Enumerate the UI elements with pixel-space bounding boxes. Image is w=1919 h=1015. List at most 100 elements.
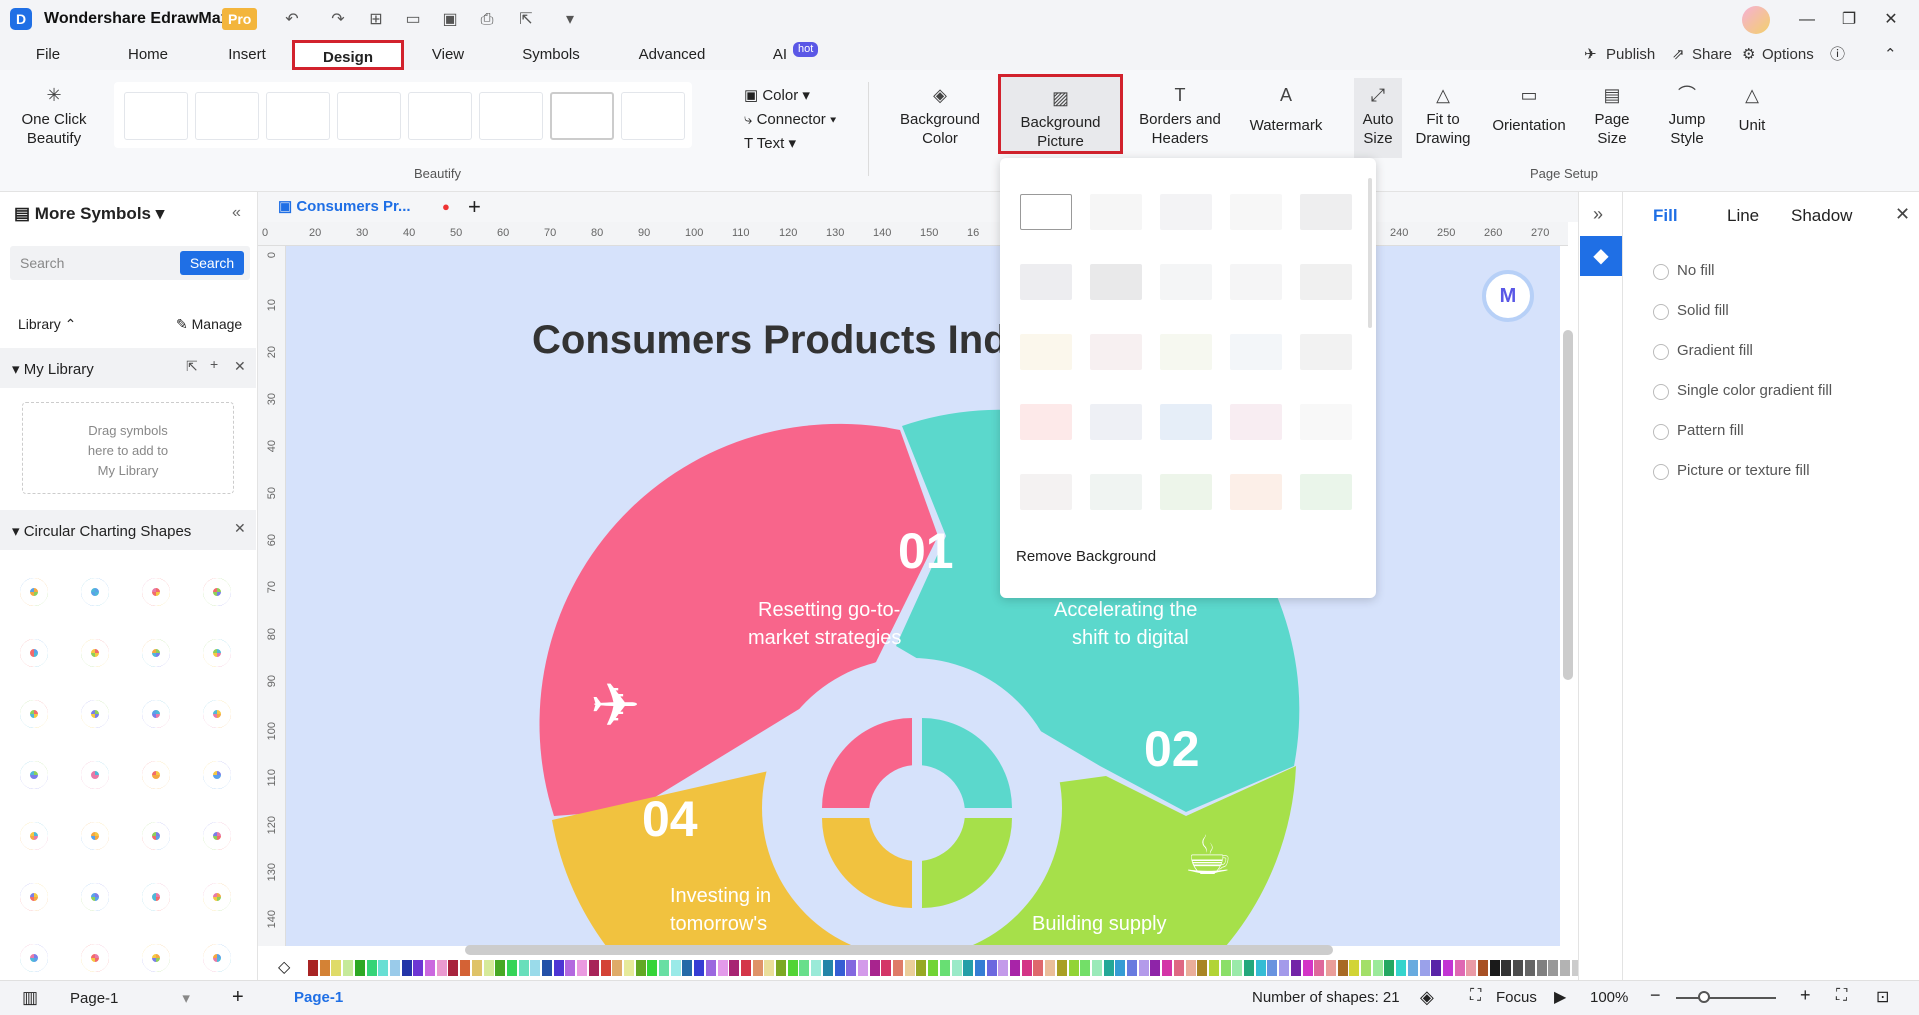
fill-option-radio[interactable]	[1653, 424, 1669, 440]
palette-swatch[interactable]	[764, 960, 775, 976]
palette-swatch[interactable]	[1244, 960, 1254, 976]
zoom-slider[interactable]	[1676, 997, 1776, 999]
palette-swatch[interactable]	[857, 960, 868, 976]
palette-swatch[interactable]	[1349, 960, 1360, 976]
palette-swatch[interactable]	[1267, 960, 1278, 976]
palette-swatch[interactable]	[1080, 960, 1091, 976]
palette-swatch[interactable]	[425, 960, 435, 976]
background-thumbnail[interactable]	[1300, 194, 1352, 230]
palette-swatch[interactable]	[319, 960, 330, 976]
palette-swatch[interactable]	[1372, 960, 1383, 976]
palette-swatch[interactable]	[787, 960, 798, 976]
palette-swatch[interactable]	[1478, 960, 1488, 976]
text-button[interactable]: T Text ▾	[744, 132, 836, 156]
theme-1[interactable]	[124, 92, 188, 140]
palette-swatch[interactable]	[530, 960, 541, 976]
options-button[interactable]: Options	[1762, 40, 1814, 70]
add-page-icon[interactable]: +	[232, 986, 244, 1009]
publish-button[interactable]: Publish	[1606, 40, 1655, 70]
background-thumbnail[interactable]	[1090, 404, 1142, 440]
restore-icon[interactable]: ❐	[1834, 6, 1864, 34]
palette-swatch[interactable]	[354, 960, 365, 976]
symbol-shape[interactable]	[134, 570, 178, 614]
symbol-shape[interactable]	[195, 936, 239, 980]
remove-background-button[interactable]: Remove Background	[1016, 548, 1156, 565]
background-color-button[interactable]: ◈ Background Color	[898, 84, 982, 148]
focus-icon[interactable]: ⛶	[1470, 987, 1481, 1005]
palette-swatch[interactable]	[904, 960, 915, 976]
theme-7[interactable]	[550, 92, 614, 140]
fill-option-label[interactable]: Single color gradient fill	[1677, 382, 1832, 399]
background-thumbnail[interactable]	[1160, 474, 1212, 510]
palette-swatch[interactable]	[518, 960, 529, 976]
dropdown-scrollbar[interactable]	[1368, 178, 1372, 328]
avatar[interactable]	[1742, 6, 1770, 34]
palette-swatch[interactable]	[1442, 960, 1453, 976]
zoom-out-icon[interactable]: −	[1650, 985, 1661, 1006]
category-header[interactable]: ▾ Circular Charting Shapes ✕	[0, 510, 256, 550]
auto-size-button[interactable]: ⤢ Auto Size	[1354, 78, 1402, 158]
palette-swatch[interactable]	[694, 960, 705, 976]
ai-assistant-icon[interactable]: M	[1482, 270, 1534, 322]
symbol-shape[interactable]	[12, 814, 56, 858]
page-panel-icon[interactable]: ▥	[22, 988, 38, 1008]
palette-swatch[interactable]	[705, 960, 716, 976]
symbol-shape[interactable]	[73, 631, 117, 675]
palette-swatch[interactable]	[811, 960, 822, 976]
palette-swatch[interactable]	[881, 960, 892, 976]
library-drop-area[interactable]: Drag symbols here to add to My Library	[22, 402, 234, 494]
color-button[interactable]: ▣ Color ▾	[744, 84, 836, 108]
palette-swatch[interactable]	[413, 960, 424, 976]
background-thumbnail[interactable]	[1230, 264, 1282, 300]
background-thumbnail[interactable]	[1160, 334, 1212, 370]
palette-swatch[interactable]	[752, 960, 763, 976]
palette-swatch[interactable]	[460, 960, 471, 976]
palette-swatch[interactable]	[717, 960, 728, 976]
fit-page-icon[interactable]: ⛶	[1836, 987, 1847, 1005]
symbol-shape[interactable]	[12, 692, 56, 736]
palette-swatch[interactable]	[1325, 960, 1336, 976]
palette-swatch[interactable]	[1115, 960, 1126, 976]
page-select[interactable]: Page-1 ▾	[70, 989, 190, 1007]
fill-option-radio[interactable]	[1653, 464, 1669, 480]
orientation-button[interactable]: ▭ Orientation	[1484, 84, 1574, 135]
symbol-shape[interactable]	[73, 936, 117, 980]
symbol-shape[interactable]	[195, 631, 239, 675]
symbol-shape[interactable]	[134, 936, 178, 980]
collapse-ribbon-icon[interactable]: ⌃	[1884, 40, 1897, 70]
palette-swatch[interactable]	[1208, 960, 1219, 976]
palette-swatch[interactable]	[1150, 960, 1161, 976]
library-label[interactable]: Library ⌃	[18, 316, 76, 333]
symbol-shape[interactable]	[134, 875, 178, 919]
symbol-shape[interactable]	[195, 814, 239, 858]
palette-swatch[interactable]	[869, 960, 880, 976]
connector-button[interactable]: ⤷ Connector ▾	[744, 108, 836, 132]
print-icon[interactable]: ⎙	[475, 8, 499, 32]
menu-file[interactable]: File	[30, 40, 66, 70]
expand-panel-icon[interactable]: »	[1593, 204, 1603, 225]
zoom-slider-handle[interactable]	[1698, 991, 1710, 1003]
palette-swatch[interactable]	[1173, 960, 1184, 976]
symbol-shape[interactable]	[73, 814, 117, 858]
share-button[interactable]: Share	[1692, 40, 1732, 70]
symbol-shape[interactable]	[73, 875, 117, 919]
symbol-shape[interactable]	[73, 570, 117, 614]
palette-swatch[interactable]	[623, 960, 634, 976]
palette-swatch[interactable]	[577, 960, 588, 976]
palette-swatch[interactable]	[1361, 960, 1371, 976]
palette-swatch[interactable]	[542, 960, 552, 976]
palette-swatch[interactable]	[1290, 960, 1301, 976]
palette-swatch[interactable]	[1220, 960, 1231, 976]
palette-swatch[interactable]	[1197, 960, 1208, 976]
menu-ai[interactable]: AI	[770, 40, 790, 70]
palette-swatch[interactable]	[495, 960, 506, 976]
palette-swatch[interactable]	[939, 960, 950, 976]
palette-swatch[interactable]	[647, 960, 658, 976]
palette-swatch[interactable]	[822, 960, 833, 976]
palette-swatch[interactable]	[1396, 960, 1407, 976]
background-thumbnail[interactable]	[1300, 334, 1352, 370]
palette-swatch[interactable]	[1454, 960, 1465, 976]
fit-to-drawing-button[interactable]: △ Fit to Drawing	[1410, 84, 1476, 148]
more-symbols-title[interactable]: ▤ More Symbols ▾	[14, 204, 164, 224]
palette-swatch[interactable]	[1419, 960, 1430, 976]
